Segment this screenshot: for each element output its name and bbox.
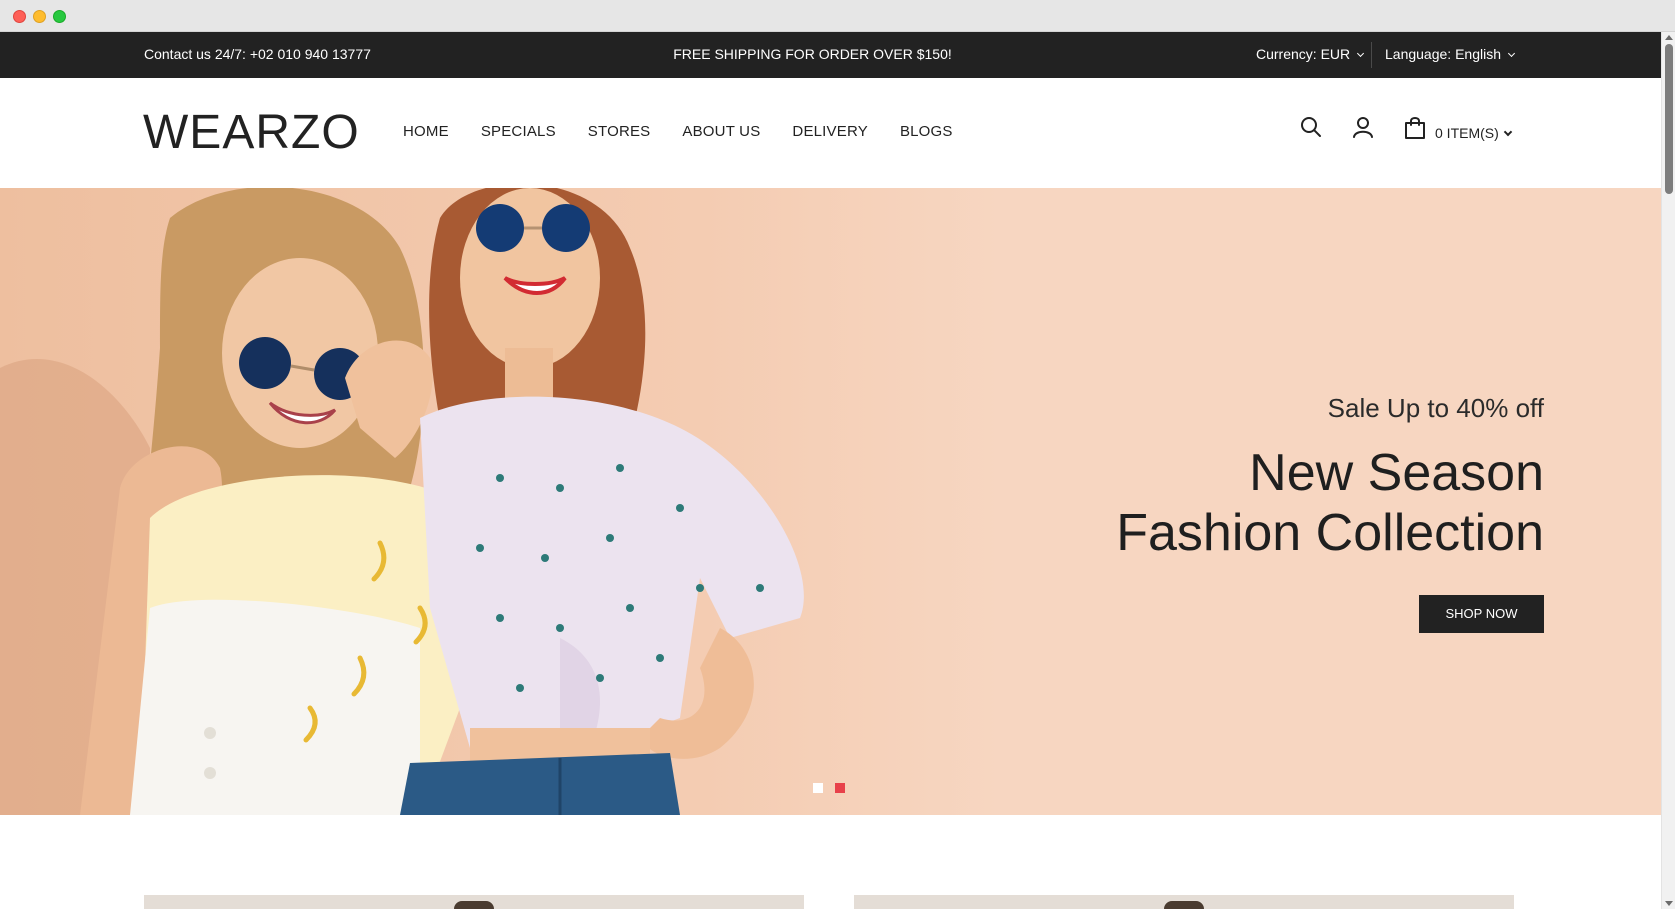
scrollbar-thumb[interactable] (1665, 44, 1673, 194)
nav-blogs[interactable]: BLOGS (900, 123, 953, 140)
site-logo[interactable]: WEARZO (143, 106, 360, 160)
hero-subtitle: Sale Up to 40% off (1327, 393, 1544, 423)
nav-delivery[interactable]: DELIVERY (792, 123, 868, 140)
nav-about-us[interactable]: ABOUT US (682, 123, 760, 140)
language-selector[interactable]: Language: English (1385, 46, 1516, 62)
maximize-window-button[interactable] (53, 10, 66, 23)
hero-title-line: Fashion Collection (1116, 504, 1544, 562)
hero-text: Sale Up to 40% off New Season Fashion Co… (1116, 391, 1544, 633)
nav-specials[interactable]: SPECIALS (481, 123, 556, 140)
chevron-down-icon (1503, 127, 1513, 137)
promo-banner[interactable] (144, 895, 804, 909)
cart-summary[interactable]: 0 ITEM(S) (1435, 125, 1513, 141)
top-bar: Contact us 24/7: +02 010 940 13777 FREE … (0, 32, 1661, 78)
promo-image-detail (454, 901, 494, 909)
language-label: Language: English (1385, 46, 1501, 62)
main-nav: HOME SPECIALS STORES ABOUT US DELIVERY B… (403, 123, 985, 140)
promo-image-detail (1164, 901, 1204, 909)
page-viewport: Contact us 24/7: +02 010 940 13777 FREE … (0, 32, 1661, 909)
nav-stores[interactable]: STORES (588, 123, 651, 140)
shipping-notice: FREE SHIPPING FOR ORDER OVER $150! (673, 46, 952, 62)
hero-image (0, 188, 1000, 815)
user-icon[interactable] (1352, 116, 1374, 138)
vertical-scrollbar[interactable] (1661, 32, 1675, 909)
cart-icon[interactable] (1404, 116, 1426, 140)
topbar-divider (1371, 42, 1372, 68)
shop-now-button[interactable]: SHOP NOW (1419, 595, 1544, 633)
search-icon[interactable] (1300, 116, 1322, 138)
hero-banner: Sale Up to 40% off New Season Fashion Co… (0, 188, 1661, 815)
scroll-down-arrow-icon[interactable] (1665, 901, 1673, 906)
hero-title-line: New Season (1249, 444, 1544, 502)
cart-count: 0 ITEM(S) (1435, 125, 1499, 141)
minimize-window-button[interactable] (33, 10, 46, 23)
chevron-down-icon (1357, 49, 1365, 58)
site-header: WEARZO HOME SPECIALS STORES ABOUT US DEL… (0, 78, 1661, 188)
currency-selector[interactable]: Currency: EUR (1256, 46, 1365, 62)
slider-dot[interactable] (813, 783, 823, 793)
slider-dot-active[interactable] (835, 783, 845, 793)
currency-label: Currency: EUR (1256, 46, 1351, 62)
window-titlebar (0, 0, 1675, 32)
promo-banner[interactable] (854, 895, 1514, 909)
chevron-down-icon (1507, 49, 1516, 58)
nav-home[interactable]: HOME (403, 123, 449, 140)
close-window-button[interactable] (13, 10, 26, 23)
scroll-up-arrow-icon[interactable] (1665, 35, 1673, 40)
hero-title: New Season Fashion Collection (1116, 443, 1544, 563)
